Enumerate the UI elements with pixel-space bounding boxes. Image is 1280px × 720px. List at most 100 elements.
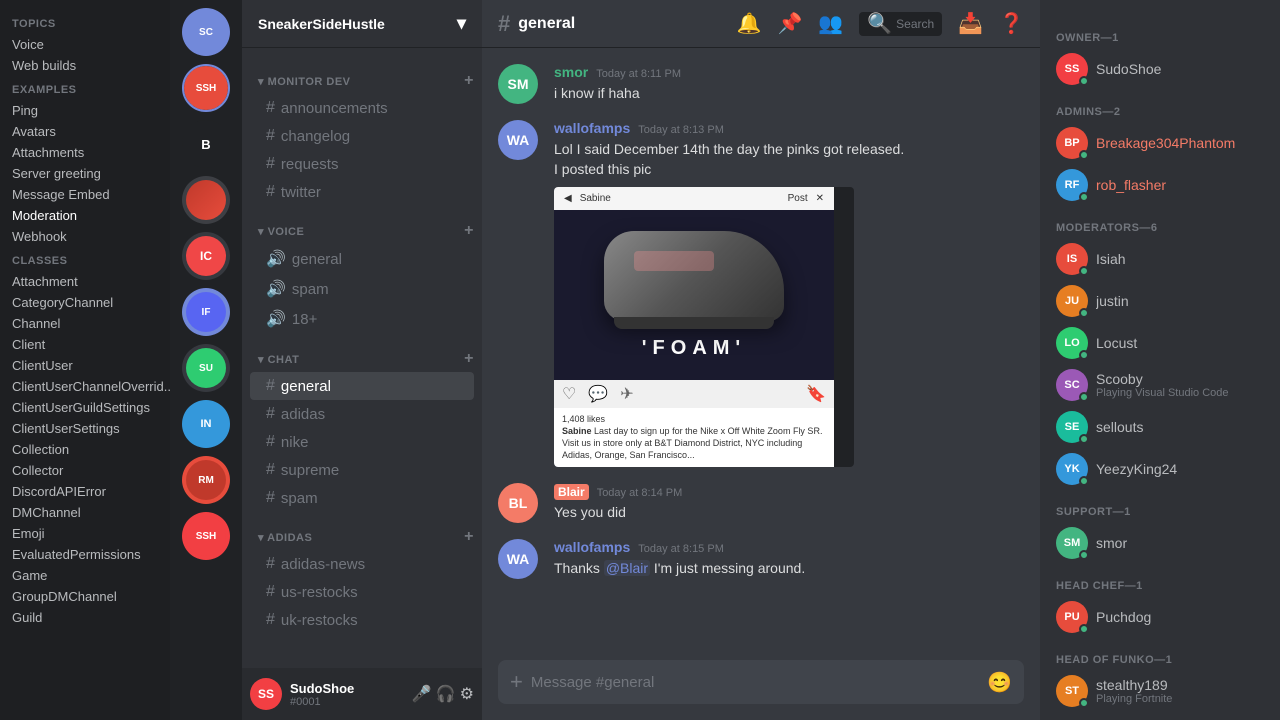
server-icon-6[interactable]: IN xyxy=(182,400,230,448)
docs-item-client-user-guild[interactable]: ClientUserGuildSettings xyxy=(0,397,170,418)
docs-item-voice[interactable]: Voice xyxy=(0,34,170,55)
server-icon-3[interactable] xyxy=(182,176,230,224)
category-add-monitor[interactable]: + xyxy=(464,72,474,90)
docs-item-evaluated-permissions[interactable]: EvaluatedPermissions xyxy=(0,544,170,565)
member-isiah[interactable]: IS Isiah xyxy=(1048,238,1272,280)
member-sellouts[interactable]: SE sellouts xyxy=(1048,406,1272,448)
members-icon[interactable]: 👥 xyxy=(818,11,843,36)
docs-item-dm-channel[interactable]: DMChannel xyxy=(0,502,170,523)
channel-uk-restocks[interactable]: # uk-restocks xyxy=(250,606,474,634)
channel-nike[interactable]: # nike xyxy=(250,428,474,456)
channel-requests[interactable]: # requests xyxy=(250,150,474,178)
server-icon-4[interactable]: IC xyxy=(182,232,230,280)
settings-icon[interactable]: ⚙ xyxy=(460,684,474,704)
docs-item-guild[interactable]: Guild xyxy=(0,607,170,628)
channel-twitter[interactable]: # twitter xyxy=(250,178,474,206)
pin-icon[interactable]: 📌 xyxy=(777,11,802,36)
avatar-locust: LO xyxy=(1056,327,1088,359)
message-author-wallofamps[interactable]: wallofamps xyxy=(554,120,630,136)
message-mention-blair[interactable]: @Blair xyxy=(604,560,650,576)
chat-input[interactable] xyxy=(531,674,979,691)
channel-changelog[interactable]: # changelog xyxy=(250,122,474,150)
channel-adidas[interactable]: # adidas xyxy=(250,400,474,428)
docs-item-client-user-channel[interactable]: ClientUserChannelOverrid... xyxy=(0,376,170,397)
avatar-puchdog: PU xyxy=(1056,601,1088,633)
docs-item-attachments[interactable]: Attachments xyxy=(0,142,170,163)
help-icon[interactable]: ❓ xyxy=(999,11,1024,36)
channel-us-restocks[interactable]: # us-restocks xyxy=(250,578,474,606)
docs-item-client-user-settings[interactable]: ClientUserSettings xyxy=(0,418,170,439)
bell-icon[interactable]: 🔔 xyxy=(737,11,762,36)
inbox-icon[interactable]: 📥 xyxy=(958,11,983,36)
message-author-wallofamps-2[interactable]: wallofamps xyxy=(554,539,630,555)
docs-item-web-builds[interactable]: Web builds xyxy=(0,55,170,76)
docs-item-webhook[interactable]: Webhook xyxy=(0,226,170,247)
docs-item-collector[interactable]: Collector xyxy=(0,460,170,481)
docs-item-client-user[interactable]: ClientUser xyxy=(0,355,170,376)
server-dropdown-icon[interactable]: ▾ xyxy=(457,13,466,34)
docs-item-avatars[interactable]: Avatars xyxy=(0,121,170,142)
docs-item-server-greeting[interactable]: Server greeting xyxy=(0,163,170,184)
server-icon-incognito[interactable]: IF xyxy=(182,288,230,336)
category-chat[interactable]: ▾ CHAT + xyxy=(242,334,482,372)
embed-description: 1,408 likes Sabine Last day to sign up f… xyxy=(554,408,834,467)
channel-members-icon[interactable]: 👤 xyxy=(449,378,466,395)
message-author-smor[interactable]: smor xyxy=(554,64,588,80)
emoji-icon[interactable]: 😊 xyxy=(987,670,1012,695)
docs-item-ping[interactable]: Ping xyxy=(0,100,170,121)
category-monitor-dev[interactable]: ▾ MONITOR DEV + xyxy=(242,56,482,94)
category-add-adidas[interactable]: + xyxy=(464,528,474,546)
member-locust[interactable]: LO Locust xyxy=(1048,322,1272,364)
member-breakage[interactable]: BP Breakage304Phantom xyxy=(1048,122,1272,164)
category-add-chat[interactable]: + xyxy=(464,350,474,368)
server-icon-2[interactable]: B xyxy=(182,120,230,168)
docs-item-game[interactable]: Game xyxy=(0,565,170,586)
server-icon-1[interactable]: SSH xyxy=(182,64,230,112)
channel-spam[interactable]: # spam xyxy=(250,484,474,512)
channel-adidas-news[interactable]: # adidas-news xyxy=(250,550,474,578)
search-bar[interactable]: 🔍 Search xyxy=(859,12,942,36)
category-add-voice[interactable]: + xyxy=(464,222,474,240)
docs-item-message-embed[interactable]: Message Embed xyxy=(0,184,170,205)
channel-sidebar: SneakerSideHustle ▾ ▾ MONITOR DEV + # an… xyxy=(242,0,482,720)
member-smor[interactable]: SM smor xyxy=(1048,522,1272,564)
category-adidas[interactable]: ▾ ADIDAS + xyxy=(242,512,482,550)
member-rob[interactable]: RF rob_flasher xyxy=(1048,164,1272,206)
docs-item-category-channel[interactable]: CategoryChannel xyxy=(0,292,170,313)
deafen-icon[interactable]: 🎧 xyxy=(436,684,456,704)
channel-announcements[interactable]: # announcements xyxy=(250,94,474,122)
channel-voice-18plus[interactable]: 🔊 18+ xyxy=(250,304,474,334)
docs-item-emoji[interactable]: Emoji xyxy=(0,523,170,544)
member-stealthy[interactable]: ST stealthy189 Playing Fortnite xyxy=(1048,670,1272,712)
member-scooby[interactable]: SC Scooby Playing Visual Studio Code xyxy=(1048,364,1272,406)
docs-item-attachment[interactable]: Attachment xyxy=(0,271,170,292)
member-yeezyking[interactable]: YK YeezyKing24 xyxy=(1048,448,1272,490)
message-author-blair[interactable]: Blair xyxy=(554,483,589,499)
docs-item-discord-api-error[interactable]: DiscordAPIError xyxy=(0,481,170,502)
channel-supreme[interactable]: # supreme xyxy=(250,456,474,484)
channel-voice-general[interactable]: 🔊 general xyxy=(250,244,474,274)
server-icon-7[interactable]: RM xyxy=(182,456,230,504)
message-1: WA wallofamps Today at 8:13 PM Lol I sai… xyxy=(498,120,1024,467)
channel-voice-spam[interactable]: 🔊 spam xyxy=(250,274,474,304)
server-icon-0[interactable]: SC xyxy=(182,8,230,56)
member-puchdog[interactable]: PU Puchdog xyxy=(1048,596,1272,638)
channel-general[interactable]: # general ⚙ 👤 xyxy=(250,372,474,400)
member-justin[interactable]: JU justin xyxy=(1048,280,1272,322)
add-attachment-icon[interactable]: + xyxy=(510,669,523,695)
server-header[interactable]: SneakerSideHustle ▾ xyxy=(242,0,482,48)
category-voice[interactable]: ▾ VOICE + xyxy=(242,206,482,244)
server-icon-5[interactable]: SU xyxy=(182,344,230,392)
message-timestamp-2: Today at 8:14 PM xyxy=(597,487,683,499)
docs-item-channel[interactable]: Channel xyxy=(0,313,170,334)
message-content-wallofamps-2: wallofamps Today at 8:15 PM Thanks @Blai… xyxy=(554,539,1024,579)
channel-settings-icon[interactable]: ⚙ xyxy=(432,378,445,395)
docs-item-group-dm-channel[interactable]: GroupDMChannel xyxy=(0,586,170,607)
docs-item-moderation[interactable]: Moderation xyxy=(0,205,170,226)
server-icon-8[interactable]: SSH xyxy=(182,512,230,560)
member-sudoshoe[interactable]: SS SudoShoe xyxy=(1048,48,1272,90)
docs-item-client[interactable]: Client xyxy=(0,334,170,355)
mute-icon[interactable]: 🎤 xyxy=(412,684,432,704)
docs-item-collection[interactable]: Collection xyxy=(0,439,170,460)
avatar-justin: JU xyxy=(1056,285,1088,317)
